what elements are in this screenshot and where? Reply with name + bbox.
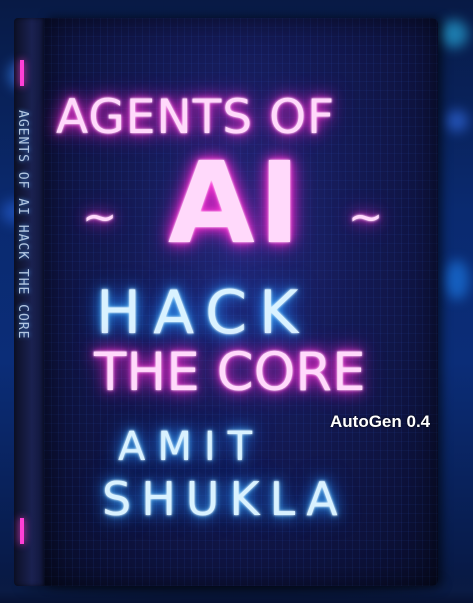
city-light <box>445 260 469 300</box>
title-the-core: THE CORE <box>94 342 366 403</box>
spine-accent <box>20 518 24 544</box>
title-agents-of: AGENTS OF <box>56 90 336 145</box>
author-first-name: AMIT <box>118 424 265 470</box>
title-hack: HACK <box>96 278 311 348</box>
spine-accent <box>20 60 24 86</box>
overlay-label: AutoGen 0.4 <box>330 412 431 431</box>
title-ai: AI <box>168 139 305 269</box>
tilde-left: ~ <box>82 192 118 241</box>
tilde-right: ~ <box>348 192 384 241</box>
author-last-name: SHUKLA <box>102 472 348 526</box>
city-light <box>440 20 468 48</box>
city-light <box>446 110 468 132</box>
spine-title: AGENTS OF AI HACK THE CORE <box>15 110 30 340</box>
